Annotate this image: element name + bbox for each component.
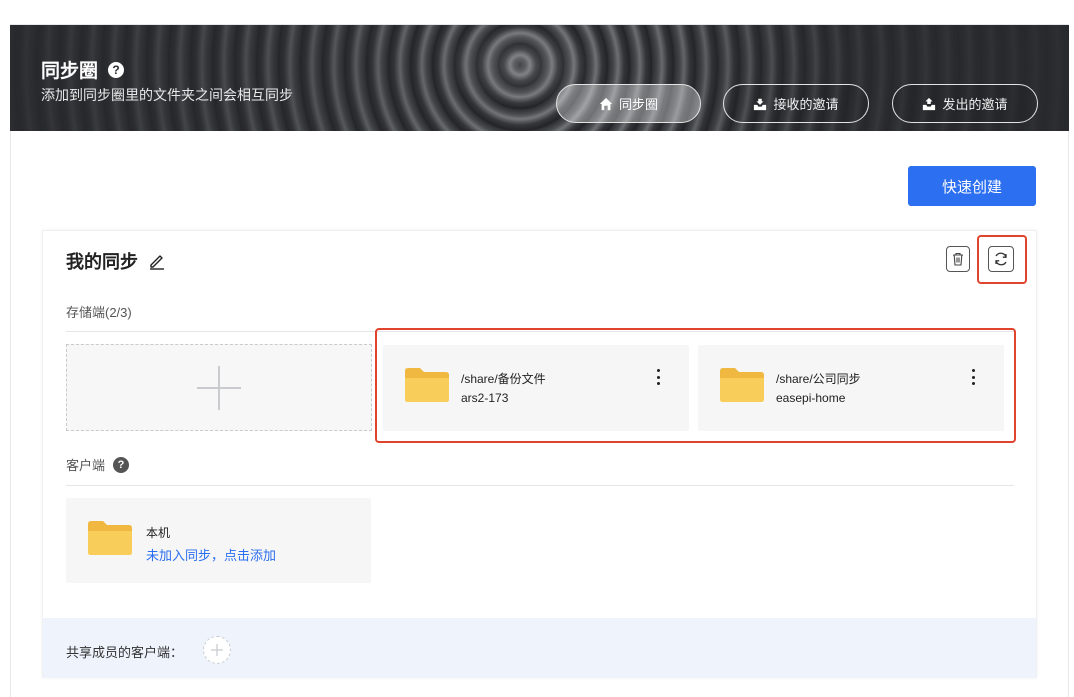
storage-section-label: 存储端(2/3) <box>66 305 132 320</box>
quick-create-button[interactable]: 快速创建 <box>908 166 1036 206</box>
folder-icon <box>405 368 449 402</box>
client-section-title: 客户端 <box>66 458 106 473</box>
delete-button[interactable] <box>946 246 970 272</box>
inbox-download-icon <box>754 98 767 110</box>
help-icon[interactable]: ? <box>113 456 130 473</box>
client-item[interactable]: 本机 未加入同步，点击添加 <box>66 498 371 583</box>
nav-label: 同步圈 <box>618 97 658 112</box>
nav-sent-invites-button[interactable]: 发出的邀请 <box>892 84 1038 123</box>
more-vertical-icon[interactable] <box>655 369 661 385</box>
client-name: 本机 <box>146 526 171 540</box>
help-icon[interactable]: ? <box>108 61 125 78</box>
sync-group-card <box>42 230 1037 678</box>
trash-icon <box>953 252 963 266</box>
storage-device: ars2-173 <box>461 391 509 405</box>
plus-icon <box>211 644 223 656</box>
nav-received-invites-button[interactable]: 接收的邀请 <box>723 84 869 123</box>
edit-icon[interactable] <box>148 252 166 270</box>
shared-members-bar <box>43 618 1036 678</box>
storage-item[interactable]: /share/公司同步 easepi-home <box>698 345 1004 431</box>
refresh-button[interactable] <box>988 246 1014 272</box>
add-member-client-button[interactable] <box>203 636 231 664</box>
join-sync-link[interactable]: 未加入同步，点击添加 <box>146 545 276 564</box>
client-section-label: 客户端 ? <box>66 455 130 474</box>
page-title: 同步圈 <box>41 61 99 82</box>
storage-path: /share/备份文件 <box>461 372 546 386</box>
add-storage-button[interactable] <box>66 344 372 431</box>
hero-banner: 同步圈 ? 添加到同步圈里的文件夹之间会相互同步 同步圈 接收的邀请 发出的邀请 <box>10 25 1069 131</box>
sync-group-title-row: 我的同步 <box>66 248 166 274</box>
storage-item[interactable]: /share/备份文件 ars2-173 <box>383 345 689 431</box>
folder-icon <box>720 368 764 402</box>
client-divider <box>66 485 1014 486</box>
refresh-icon <box>995 252 1007 266</box>
plus-icon <box>197 365 241 410</box>
sync-group-title: 我的同步 <box>66 252 138 272</box>
page-title-group: 同步圈 ? <box>41 56 125 83</box>
home-icon <box>599 97 613 110</box>
shared-members-label: 共享成员的客户端： <box>66 645 184 660</box>
inbox-upload-icon <box>923 97 936 110</box>
storage-device: easepi-home <box>776 391 846 405</box>
page-subtitle: 添加到同步圈里的文件夹之间会相互同步 <box>41 87 293 103</box>
nav-sync-circle-button[interactable]: 同步圈 <box>556 84 701 123</box>
more-vertical-icon[interactable] <box>970 369 976 385</box>
nav-label: 接收的邀请 <box>773 97 839 112</box>
folder-icon <box>88 521 132 555</box>
storage-path: /share/公司同步 <box>776 372 861 386</box>
nav-label: 发出的邀请 <box>942 97 1008 112</box>
